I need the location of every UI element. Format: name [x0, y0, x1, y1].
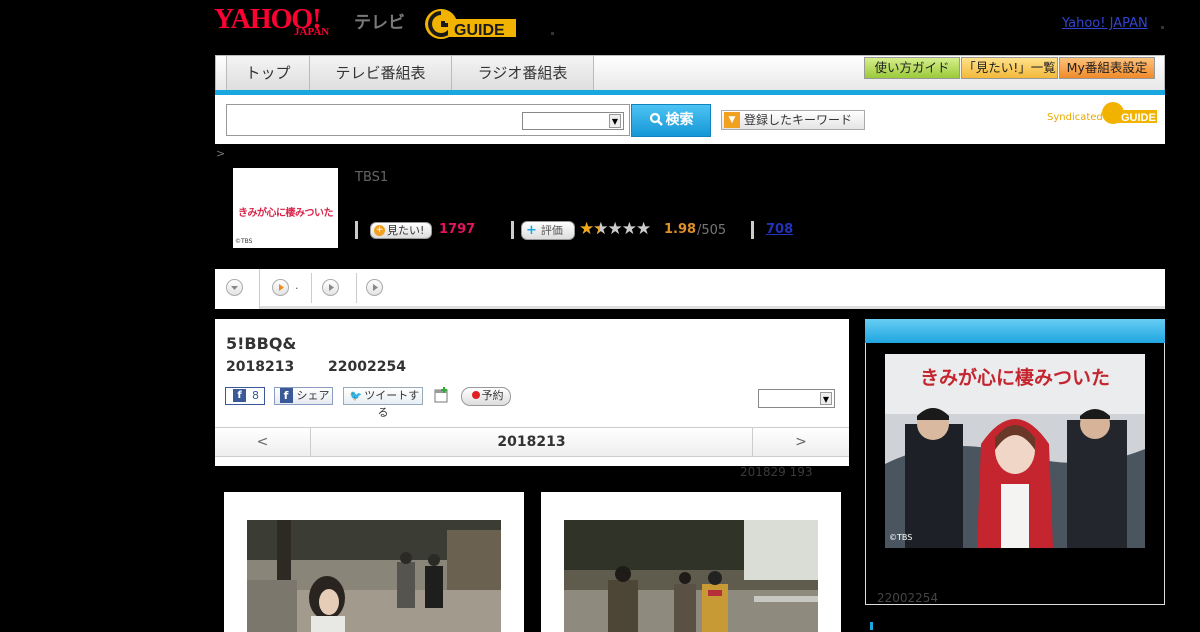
syndicated-label: Syndicated — [1047, 112, 1103, 123]
update-info: 201829 193 — [740, 465, 813, 479]
record-icon — [471, 391, 480, 399]
thumbnail-copyright: ©TBS — [235, 238, 253, 245]
episode-title: 5!BBQ& — [226, 334, 297, 353]
channel-name: TBS1 — [355, 170, 389, 185]
pager-next-button[interactable]: > — [753, 427, 849, 457]
tab-4[interactable] — [357, 269, 401, 306]
chevron-down-icon: ▼ — [820, 392, 832, 405]
episode-select[interactable]: ▼ — [758, 389, 835, 408]
search-button[interactable]: 検索 — [631, 104, 711, 137]
my-schedule-button[interactable]: My番組表設定 — [1059, 57, 1155, 79]
divider — [355, 221, 358, 239]
chevron-down-icon — [226, 279, 243, 296]
tab-tv-schedule[interactable]: テレビ番組表 — [310, 56, 452, 90]
mitai-list-button[interactable]: 「見たい!」一覧 — [961, 57, 1058, 79]
rate-button[interactable]: + 評価 — [521, 221, 575, 240]
thumbnail-title: きみが心に棲みついた — [238, 208, 334, 219]
scene-photo — [247, 520, 501, 632]
breadcrumb: > — [216, 147, 226, 160]
decor-dot — [551, 32, 554, 35]
side-program-id: 22002254 — [877, 591, 939, 605]
program-tabs: . — [215, 269, 1165, 309]
rating-count: /505 — [697, 223, 727, 238]
tab-3[interactable] — [312, 269, 356, 306]
share-label: シェア — [296, 389, 330, 402]
photo-card[interactable] — [541, 492, 841, 632]
mitai-label: 見たい! — [387, 224, 425, 237]
pager-current-date: 2018213 — [310, 427, 753, 457]
facebook-icon: f — [279, 388, 293, 403]
registered-keywords-button[interactable]: ▼ 登録したキーワード — [721, 110, 865, 130]
program-thumbnail[interactable]: きみが心に棲みついた ©TBS — [233, 168, 338, 248]
play-icon — [322, 279, 339, 296]
plus-icon: + — [526, 223, 537, 238]
share-count-button[interactable]: f8 — [225, 387, 265, 405]
main-nav: トップ テレビ番組表 ラジオ番組表 使い方ガイド 「見たい!」一覧 My番組表設… — [215, 55, 1165, 91]
gguide-logo-text: GUIDE — [454, 22, 505, 39]
review-count-link[interactable]: 708 — [766, 222, 793, 237]
rating-stars: ★★★★★★ — [579, 219, 651, 239]
search-icon — [649, 112, 663, 126]
star-icon: ★★ — [593, 219, 608, 239]
tv-service-label: テレビ — [354, 13, 405, 33]
rating-value: 1.98 — [664, 222, 697, 237]
share-count: 8 — [252, 389, 259, 402]
search-category-select[interactable]: ▼ — [522, 112, 624, 130]
tweet-button[interactable]: 🐦 ツイートする — [343, 387, 423, 419]
tab-2[interactable]: . — [261, 269, 311, 306]
yahoo-japan-link[interactable]: Yahoo! JAPAN — [1062, 16, 1148, 31]
search-button-label: 検索 — [665, 112, 694, 128]
reserve-label: 予約 — [481, 389, 504, 402]
syndicated-gguide-logo: Syndicated GUIDE — [1047, 100, 1159, 128]
star-icon: ★ — [607, 219, 623, 239]
mitai-count: 1797 — [439, 222, 476, 237]
tab-active[interactable] — [215, 269, 260, 309]
twitter-bird-icon: 🐦 — [349, 391, 363, 402]
calendar-add-icon[interactable] — [434, 387, 450, 403]
facebook-icon: f — [233, 389, 246, 402]
triangle-down-icon: ▼ — [724, 112, 740, 128]
divider — [511, 221, 514, 239]
play-icon — [272, 279, 289, 296]
play-icon — [366, 279, 383, 296]
tab-top[interactable]: トップ — [226, 56, 310, 90]
gguide-logo[interactable]: GUIDE — [424, 7, 520, 41]
chevron-down-icon: ▼ — [609, 114, 621, 128]
star-icon: ★ — [621, 219, 637, 239]
facebook-share-button[interactable]: f シェア — [274, 387, 333, 405]
scene-photo — [564, 520, 818, 632]
registered-keywords-label: 登録したキーワード — [744, 113, 853, 127]
yahoo-japan-logo-text: JAPAN — [294, 26, 330, 38]
decor-dot — [1161, 26, 1164, 29]
tab-radio-schedule[interactable]: ラジオ番組表 — [452, 56, 594, 90]
side-panel-header — [865, 319, 1165, 343]
tab-2-label: . — [295, 279, 299, 292]
star-icon: ★ — [579, 219, 594, 239]
divider — [751, 221, 754, 239]
syndicated-gguide-text: GUIDE — [1121, 112, 1156, 124]
photo-card[interactable] — [224, 492, 524, 632]
star-icon: ★ — [636, 219, 651, 239]
pager-prev-button[interactable]: < — [215, 427, 310, 457]
episode-date: 2018213 — [226, 359, 295, 375]
reserve-button[interactable]: 予約 — [461, 387, 511, 406]
mitai-button[interactable]: + 見たい! — [370, 222, 432, 239]
poster-copyright: ©TBS — [889, 533, 912, 542]
guide-button[interactable]: 使い方ガイド — [864, 57, 960, 79]
plus-icon: + — [374, 225, 385, 236]
episode-id: 22002254 — [328, 359, 406, 375]
poster-title: きみが心に棲みついた — [920, 366, 1110, 389]
program-poster[interactable]: きみが心に棲みついた ©TBS — [885, 354, 1145, 548]
side-accent-bar — [870, 622, 873, 630]
rate-label: 評価 — [540, 224, 563, 237]
